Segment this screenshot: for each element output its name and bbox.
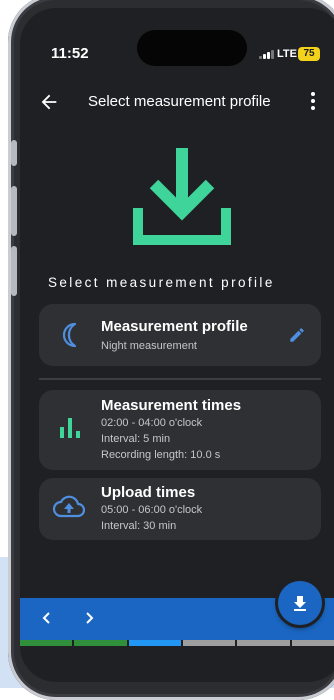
progress-strip: [20, 640, 334, 646]
signal-icon: [259, 50, 274, 59]
upload-times-interval: Interval: 30 min: [101, 520, 177, 532]
upload-times-range: 05:00 - 06:00 o'clock: [101, 504, 203, 516]
divider: [39, 378, 321, 380]
phone-screen: 11:52 LTE 75 Select measurement profile …: [20, 8, 334, 682]
measurement-times-card[interactable]: Measurement times 02:00 - 04:00 o'clock …: [39, 390, 321, 470]
chevron-right-icon[interactable]: [81, 610, 97, 626]
dynamic-island: [137, 30, 247, 66]
arrow-left-icon[interactable]: [38, 91, 60, 113]
side-button: [11, 186, 17, 236]
strip-segment: [182, 640, 236, 646]
profile-card-title: Measurement profile: [101, 318, 248, 335]
cloud-upload-icon: [53, 495, 85, 518]
measurement-times-range: 02:00 - 04:00 o'clock: [101, 417, 203, 429]
strip-segment: [291, 640, 334, 646]
moon-icon: [62, 322, 77, 348]
download-icon: [133, 148, 231, 245]
download-icon: [294, 596, 306, 611]
app-bar: Select measurement profile: [20, 84, 334, 120]
profile-card-subtitle: Night measurement: [101, 340, 197, 352]
strip-segment: [20, 640, 73, 646]
section-title: Select measurement profile: [48, 275, 275, 290]
strip-segment: [128, 640, 181, 646]
upload-times-title: Upload times: [101, 484, 196, 501]
measurement-times-title: Measurement times: [101, 397, 242, 414]
side-button: [11, 140, 17, 166]
side-button: [11, 246, 17, 296]
download-fab[interactable]: [278, 581, 322, 625]
bar-chart-icon: [60, 418, 80, 438]
network-label: LTE: [277, 48, 297, 60]
status-time: 11:52: [51, 45, 89, 62]
pencil-icon[interactable]: [288, 326, 306, 344]
upload-times-card[interactable]: Upload times 05:00 - 06:00 o'clock Inter…: [39, 478, 321, 540]
measurement-times-interval: Interval: 5 min: [101, 433, 171, 445]
app-bar-title: Select measurement profile: [88, 93, 271, 110]
measurement-times-recording-length: Recording length: 10.0 s: [101, 449, 221, 461]
strip-segment: [237, 640, 290, 646]
profile-card[interactable]: Measurement profile Night measurement: [39, 304, 321, 366]
chevron-left-icon[interactable]: [39, 610, 55, 626]
strip-segment: [74, 640, 127, 646]
status-bar: 11:52 LTE 75: [20, 8, 334, 66]
more-vertical-icon[interactable]: [310, 90, 316, 112]
battery-badge: 75: [298, 47, 320, 61]
